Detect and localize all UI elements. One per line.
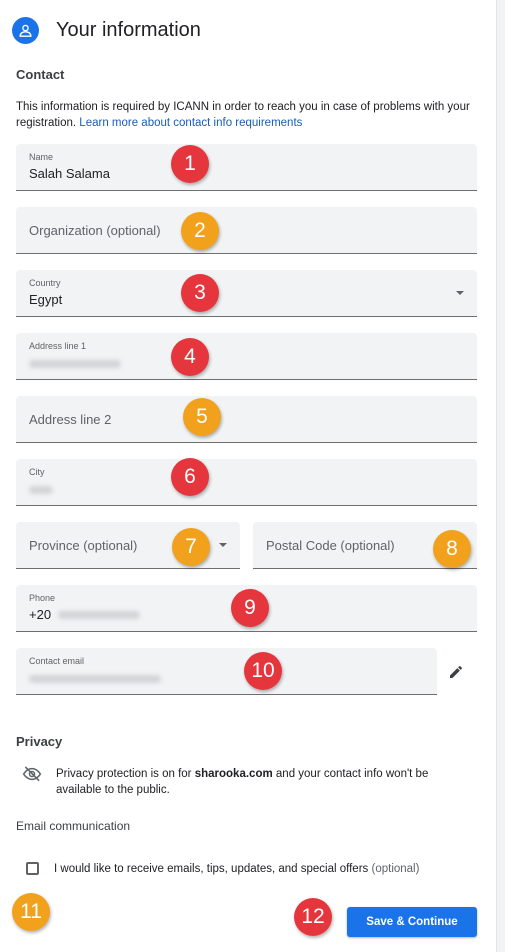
marker-4: 4 xyxy=(171,338,209,376)
phone-country-code: +20 xyxy=(29,607,52,622)
contact-info-requirements-link[interactable]: Learn more about contact info requiremen… xyxy=(79,117,302,129)
marker-1: 1 xyxy=(171,145,209,183)
marketing-emails-text: I would like to receive emails, tips, up… xyxy=(54,863,369,875)
chevron-down-icon xyxy=(456,291,464,295)
page-background-strip xyxy=(497,0,505,952)
country-value: Egypt xyxy=(29,292,63,307)
address-line-1-redacted-value xyxy=(29,360,121,368)
contact-email-label: Contact email xyxy=(29,656,85,666)
postal-code-placeholder: Postal Code (optional) xyxy=(266,538,395,553)
organization-field[interactable]: Organization (optional) xyxy=(16,207,477,254)
organization-placeholder: Organization (optional) xyxy=(29,223,161,238)
marker-12: 12 xyxy=(294,898,332,936)
marker-8: 8 xyxy=(433,530,471,568)
icann-note: This information is required by ICANN in… xyxy=(16,99,486,131)
address-line-2-field[interactable]: Address line 2 xyxy=(16,396,477,443)
marker-7: 7 xyxy=(172,528,210,566)
city-redacted-value xyxy=(29,486,53,494)
edit-pencil-icon[interactable] xyxy=(448,664,464,680)
name-label: Name xyxy=(29,152,54,162)
address-line-1-field[interactable]: Address line 1 xyxy=(16,333,477,380)
marker-2: 2 xyxy=(181,212,219,250)
account-icon xyxy=(12,17,39,44)
privacy-text: Privacy protection is on for sharooka.co… xyxy=(56,766,476,798)
marker-3: 3 xyxy=(181,274,219,312)
address-line-1-label: Address line 1 xyxy=(29,341,87,351)
marketing-emails-label[interactable]: I would like to receive emails, tips, up… xyxy=(54,863,419,875)
contact-heading: Contact xyxy=(16,67,65,82)
save-and-continue-button[interactable]: Save & Continue xyxy=(347,907,477,937)
your-information-panel: Your information Contact This informatio… xyxy=(0,0,496,952)
phone-label: Phone xyxy=(29,593,56,603)
name-value: Salah Salama xyxy=(29,166,110,181)
chevron-down-icon xyxy=(219,543,227,547)
contact-email-field[interactable]: Contact email xyxy=(16,648,437,695)
privacy-text-before: Privacy protection is on for xyxy=(56,768,192,780)
marker-5: 5 xyxy=(183,398,221,436)
marker-10: 10 xyxy=(244,652,282,690)
contact-email-redacted-value xyxy=(29,675,161,683)
country-label: Country xyxy=(29,278,61,288)
marketing-emails-checkbox[interactable] xyxy=(26,862,39,875)
visibility-off-icon xyxy=(22,766,42,782)
phone-redacted-value xyxy=(58,611,140,619)
address-line-2-placeholder: Address line 2 xyxy=(29,412,112,427)
marker-6: 6 xyxy=(171,458,209,496)
name-field[interactable]: Name Salah Salama xyxy=(16,144,477,191)
privacy-domain: sharooka.com xyxy=(194,768,273,780)
country-select[interactable]: Country Egypt xyxy=(16,270,477,317)
optional-tag: (optional) xyxy=(371,863,420,875)
marker-11: 11 xyxy=(12,893,50,931)
privacy-heading: Privacy xyxy=(16,734,63,749)
marker-9: 9 xyxy=(231,589,269,627)
city-field[interactable]: City xyxy=(16,459,477,506)
province-placeholder: Province (optional) xyxy=(29,538,138,553)
city-label: City xyxy=(29,467,45,477)
email-communication-heading: Email communication xyxy=(16,819,131,833)
page-title: Your information xyxy=(56,19,201,41)
